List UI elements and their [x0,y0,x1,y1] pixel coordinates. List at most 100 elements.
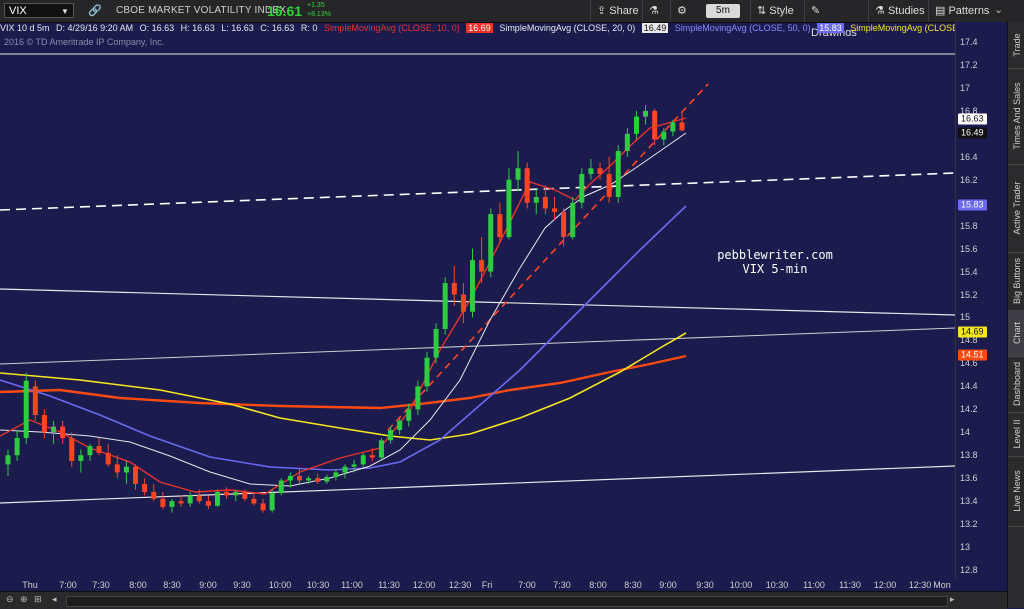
symbol-text: VIX [9,5,27,17]
price-axis[interactable]: 17.417.21716.816.616.416.21615.815.615.4… [955,22,1008,578]
time-tick-label: 10:00 [729,580,753,590]
candle-body [196,495,202,502]
candle-body [78,455,84,461]
candle [23,372,29,444]
side-tab-label: Times And Sales [1011,82,1022,150]
candle-body [652,110,658,140]
patterns-button[interactable]: ▤ Patterns [928,0,990,22]
drawings-button[interactable]: ✎ Drawings [804,0,868,39]
candle-body [524,168,530,203]
candle-body [169,501,175,507]
side-tab-chart[interactable]: Chart [1008,310,1024,357]
top-toolbar: VIX ▼ 🔗 CBOE MARKET VOLATILITY INDEX 16.… [0,0,1024,39]
candle-body [233,491,239,496]
flask-button[interactable]: ⚗ [642,0,670,22]
bar-high: H: 16.63 [180,23,215,33]
symbol-selector[interactable]: VIX ▼ [4,3,74,18]
time-tick-label: 9:00 [659,580,677,590]
candle-body [579,174,585,203]
time-tick-label: 11:30 [839,580,861,590]
time-tick-label: 12:30 [448,580,472,590]
sma50-label[interactable]: SimpleMovingAvg (CLOSE, 50, 0) [675,23,811,33]
studies-button[interactable]: ⚗ Studies [868,0,926,22]
candle-body [315,478,321,482]
zoom-in-icon[interactable]: ⊕ [20,594,28,605]
scroll-track[interactable] [66,596,948,607]
candle-body [324,477,330,482]
candle [488,208,494,278]
time-tick-label: 10:00 [268,580,292,590]
time-tick-label: 9:30 [696,580,714,590]
candle [378,438,384,460]
price-tick-label: 13.8 [960,450,978,461]
candle-body [306,478,312,481]
candle-body [5,455,11,465]
time-tick-label: 10:30 [765,580,789,590]
candle-body [479,260,485,272]
candle-body [142,483,148,492]
candle-body [260,503,266,511]
time-tick-label: 8:00 [129,580,147,590]
link-icon[interactable]: 🔗 [88,4,102,17]
side-tab-big-buttons[interactable]: Big Buttons [1008,252,1024,311]
side-tab-label: Dashboard [1011,361,1022,407]
candle-body [615,151,621,197]
candle-body [32,386,38,416]
candle [433,323,439,364]
bar-open: O: 16.63 [139,23,175,33]
candle-body [606,174,612,197]
timeframe-selector[interactable]: 5m [706,4,740,18]
sma10-label[interactable]: SimpleMovingAvg (CLOSE, 10, 0) [324,23,460,33]
price-tick-label: 12.8 [960,565,978,575]
scroll-right-icon[interactable]: ▸ [950,594,955,605]
bar-range: R: 0 [300,23,318,33]
sma20-label[interactable]: SimpleMovingAvg (CLOSE, 20, 0) [499,23,635,33]
price-tick-label: 16.4 [960,151,978,162]
candle-body [388,429,394,441]
candle-body [643,110,649,117]
sma50-value: 15.83 [817,23,844,33]
candle-body [561,211,567,238]
candle-body [679,122,685,131]
side-tab-times-and-sales[interactable]: Times And Sales [1008,68,1024,165]
zoom-out-icon[interactable]: ⊖ [6,594,14,605]
price-chart[interactable] [0,36,955,578]
side-tab-label: Live News [1011,470,1022,512]
side-tab-trade[interactable]: Trade [1008,22,1024,69]
side-tab-dashboard[interactable]: Dashboard [1008,356,1024,413]
price-tick-label: 15.6 [960,243,978,254]
style-button[interactable]: ⇅ Style [750,0,796,22]
sma-more-label[interactable]: SimpleMovingAvg (CLOSE,... [850,23,955,33]
side-tab-live-news[interactable]: Live News [1008,456,1024,527]
change-value: +1.35 [307,2,325,9]
candle [615,145,621,203]
candle-body [342,466,348,473]
time-tick-label: 11:30 [378,580,400,590]
share-button[interactable]: ⇪ Share [590,0,642,22]
share-icon: ⇪ [597,5,607,17]
scroll-left-icon[interactable]: ◂ [52,594,57,605]
candle [214,489,220,507]
side-tab-active-trader[interactable]: Active Trader [1008,164,1024,253]
settings-button[interactable]: ⚙ [670,0,698,22]
candle [524,162,530,209]
annotation-line2: VIX 5-min [742,262,808,276]
time-axis[interactable]: Thu 7:00 7:30 8:00 8:30 9:00 9:30 10:00 10:30 11:… [0,578,955,591]
candle-body [214,491,220,506]
price-tick-label: 14 [960,427,971,438]
zoom-fit-icon[interactable]: ⊞ [34,594,42,605]
candle-body [542,196,548,209]
side-tab-level-ii[interactable]: Level II [1008,412,1024,457]
candle-body [87,446,93,456]
candle-body [269,493,275,511]
chevron-down-icon[interactable]: ⌄ [994,3,1003,16]
candle-body [488,214,494,272]
candle-body [278,480,284,494]
price-tag-orange: 14.51 [958,349,987,361]
price-tick-label: 14.2 [960,404,978,415]
price-tick-label: 13 [960,542,971,553]
candle-body [442,283,448,329]
chart-annotation: pebblewriter.com VIX 5-min [712,248,838,276]
bar-low: L: 16.63 [221,23,254,33]
candle-body [433,328,439,358]
